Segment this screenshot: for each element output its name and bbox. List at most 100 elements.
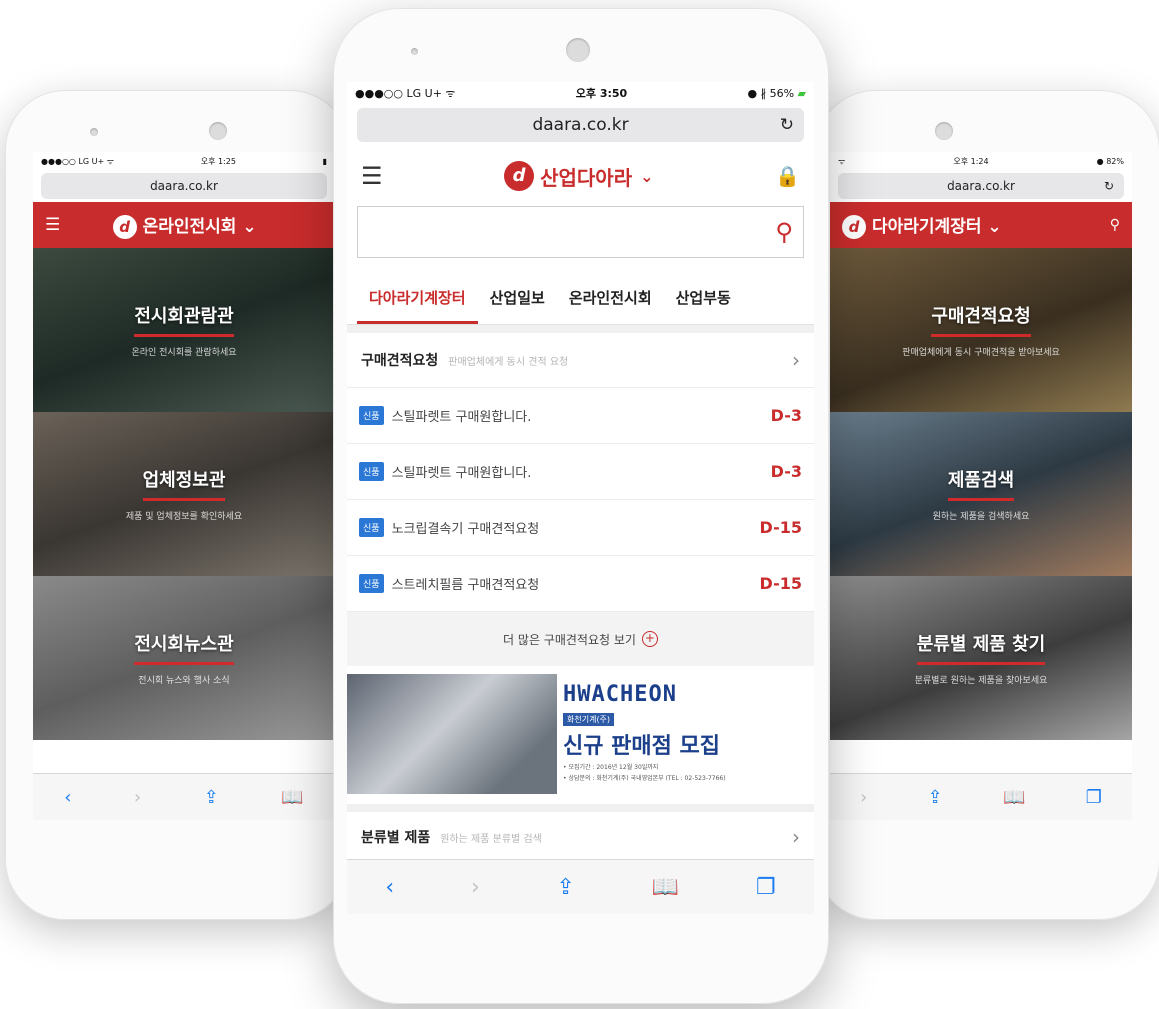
url-text: daara.co.kr <box>150 179 218 193</box>
back-icon[interactable]: ‹ <box>385 875 394 900</box>
more-label: 더 많은 구매견적요청 보기 <box>503 632 636 647</box>
chevron-right-icon: › <box>792 348 800 372</box>
forward-icon[interactable]: › <box>134 787 141 808</box>
left-phone: ●●●○○ LG U+ ᯤ 오후 1:25 ▮ daara.co.kr ☰ d온… <box>5 90 350 920</box>
back-icon[interactable]: ‹ <box>64 787 71 808</box>
deadline: D-15 <box>759 574 802 593</box>
deadline: D-3 <box>770 406 802 425</box>
tile-title: 전시회관람관 <box>134 302 234 337</box>
bookmarks-icon[interactable]: 📖 <box>281 787 303 808</box>
banner-line1: • 모집기간 : 2016년 12월 30일까지 <box>563 764 659 771</box>
menu-icon[interactable]: ☰ <box>45 215 60 235</box>
header-title-text: 온라인전시회 <box>142 216 237 237</box>
new-badge: 신품 <box>359 574 384 593</box>
search-icon[interactable]: ⚲ <box>775 218 793 246</box>
tile-subtitle: 온라인 전시회를 관람하세요 <box>131 348 237 358</box>
share-icon[interactable]: ⇪ <box>204 787 219 808</box>
deadline: D-3 <box>770 462 802 481</box>
battery-label: ● 82% <box>1096 156 1124 166</box>
address-bar[interactable]: daara.co.kr <box>41 173 327 199</box>
tab-machine-market[interactable]: 다아라기계장터 <box>357 287 478 324</box>
chevron-down-icon: ⌄ <box>987 216 1002 237</box>
tile-subtitle: 분류별로 원하는 제품을 찾아보세요 <box>914 676 1048 686</box>
header-title-text: 다아라기계장터 <box>872 216 982 237</box>
section-title: 구매견적요청 <box>361 353 439 369</box>
tabs-icon[interactable]: ❐ <box>756 875 776 900</box>
tile-subtitle: 원하는 제품을 검색하세요 <box>932 512 1030 522</box>
tabs-icon[interactable]: ❐ <box>1086 787 1102 808</box>
ad-banner[interactable]: HWACHEON 화천기계(주) 신규 판매점 모집 • 모집기간 : 2016… <box>347 674 814 794</box>
new-badge: 신품 <box>359 518 384 537</box>
reload-icon[interactable]: ↻ <box>780 115 794 135</box>
clock: 오후 3:50 <box>575 87 628 100</box>
front-camera <box>209 122 227 140</box>
clock: 오후 1:25 <box>200 156 236 166</box>
address-bar[interactable]: daara.co.kr ↻ <box>357 108 804 142</box>
section-header-category[interactable]: 분류별 제품 원하는 제품 분류별 검색 › <box>347 804 814 862</box>
right-screen: ᯤ 오후 1:24 ● 82% daara.co.kr ↻ d 다아라기계장터 ⌄… <box>830 152 1132 820</box>
chevron-down-icon: ⌄ <box>242 216 257 237</box>
browser-toolbar: ‹ › ⇪ 📖 <box>33 773 335 820</box>
brand-text: 산업다아라 <box>540 165 633 190</box>
front-camera <box>935 122 953 140</box>
clock: 오후 1:24 <box>953 156 989 166</box>
tab-online-exhibition[interactable]: 온라인전시회 <box>557 287 664 324</box>
search-input[interactable]: ⚲ <box>357 206 804 258</box>
bookmarks-icon[interactable]: 📖 <box>652 875 679 900</box>
site-header: ☰ d 온라인전시회 ⌄ <box>33 202 335 248</box>
list-item[interactable]: 신품 스틸파렛트 구매원합니다. D-3 <box>347 387 814 443</box>
tile-company-info[interactable]: 업체정보관 제품 및 업체정보를 확인하세요 <box>33 412 335 576</box>
tile-title: 분류별 제품 찾기 <box>916 630 1046 665</box>
forward-icon[interactable]: › <box>860 787 867 808</box>
battery-icon: ▰ <box>797 86 806 100</box>
header-title[interactable]: d 온라인전시회 ⌄ <box>112 212 257 239</box>
url-text: daara.co.kr <box>947 179 1015 193</box>
tile-subtitle: 전시회 뉴스와 행사 소식 <box>138 676 230 686</box>
section-header-quote-request[interactable]: 구매견적요청 판매업체에게 동시 견적 요청 › <box>347 325 814 387</box>
tile-product-search[interactable]: 제품검색 원하는 제품을 검색하세요 <box>830 412 1132 576</box>
center-phone: ●●●○○ LG U+ ᯤ 오후 3:50 ● ∦ 56% ▰ daara.co… <box>333 8 829 1004</box>
item-title: 스틸파렛트 구매원합니다. <box>391 466 532 481</box>
tab-industry-daily[interactable]: 산업일보 <box>478 287 557 324</box>
tab-bar: 다아라기계장터 산업일보 온라인전시회 산업부동 <box>347 258 814 325</box>
more-button[interactable]: 더 많은 구매견적요청 보기 + <box>347 611 814 666</box>
banner-brand: HWACHEON <box>563 682 677 707</box>
chevron-down-icon: ⌄ <box>640 166 654 186</box>
lock-icon[interactable]: 🔒 <box>775 164 800 188</box>
tile-category-search[interactable]: 분류별 제품 찾기 분류별로 원하는 제품을 찾아보세요 <box>830 576 1132 740</box>
search-icon[interactable]: ⚲ <box>1110 217 1120 233</box>
status-bar: ᯤ 오후 1:24 ● 82% <box>830 152 1132 170</box>
carrier-label: ●●●○○ LG U+ ᯤ <box>41 156 115 166</box>
browser-toolbar: ‹ › ⇪ 📖 ❐ <box>347 859 814 914</box>
forward-icon[interactable]: › <box>471 875 480 900</box>
item-title: 노크립결속기 구매견적요청 <box>391 522 540 537</box>
bookmarks-icon[interactable]: 📖 <box>1003 787 1025 808</box>
header-title[interactable]: d 다아라기계장터 ⌄ <box>842 212 1002 239</box>
section-title: 분류별 제품 <box>361 830 431 846</box>
address-bar[interactable]: daara.co.kr ↻ <box>838 173 1124 199</box>
tab-industry-realestate[interactable]: 산업부동 <box>664 287 743 324</box>
status-bar: ●●●○○ LG U+ ᯤ 오후 3:50 ● ∦ 56% ▰ <box>347 82 814 104</box>
battery-text: ● ∦ 56% <box>747 86 795 100</box>
share-icon[interactable]: ⇪ <box>557 875 575 900</box>
share-icon[interactable]: ⇪ <box>928 787 943 808</box>
status-bar: ●●●○○ LG U+ ᯤ 오후 1:25 ▮ <box>33 152 335 170</box>
daara-logo-icon: d <box>842 214 866 239</box>
item-title: 스트레치필름 구매견적요청 <box>391 578 540 593</box>
section-subtitle: 판매업체에게 동시 견적 요청 <box>448 356 569 368</box>
list-item[interactable]: 신품 스트레치필름 구매견적요청 D-15 <box>347 555 814 611</box>
tile-exhibition-hall[interactable]: 전시회관람관 온라인 전시회를 관람하세요 <box>33 248 335 412</box>
banner-line2: • 상담문의 : 화천기계(주) 국내영업본부 (TEL : 02-523-77… <box>563 775 726 782</box>
reload-icon[interactable]: ↻ <box>1104 179 1114 193</box>
menu-icon[interactable]: ☰ <box>361 162 383 190</box>
right-phone: ᯤ 오후 1:24 ● 82% daara.co.kr ↻ d 다아라기계장터 ⌄… <box>815 90 1159 920</box>
tile-subtitle: 판매업체에게 동시 구매견적을 받아보세요 <box>902 348 1060 358</box>
list-item[interactable]: 신품 스틸파렛트 구매원합니다. D-3 <box>347 443 814 499</box>
tile-exhibition-news[interactable]: 전시회뉴스관 전시회 뉴스와 행사 소식 <box>33 576 335 740</box>
brand-title[interactable]: d 산업다아라 ⌄ <box>504 161 654 191</box>
tile-quote-request[interactable]: 구매견적요청 판매업체에게 동시 구매견적을 받아보세요 <box>830 248 1132 412</box>
left-screen: ●●●○○ LG U+ ᯤ 오후 1:25 ▮ daara.co.kr ☰ d온… <box>33 152 335 820</box>
new-badge: 신품 <box>359 462 384 481</box>
tile-subtitle: 제품 및 업체정보를 확인하세요 <box>125 512 243 522</box>
list-item[interactable]: 신품 노크립결속기 구매견적요청 D-15 <box>347 499 814 555</box>
